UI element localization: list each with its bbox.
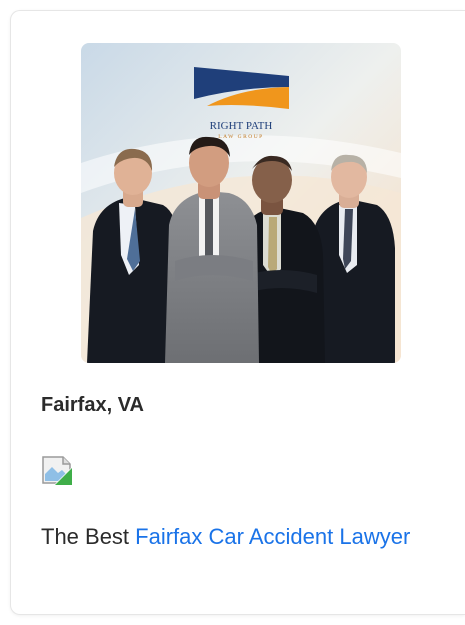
logo-name: RIGHT PATH [210, 120, 273, 132]
location-heading: Fairfax, VA [41, 394, 144, 416]
car-accident-lawyer-link[interactable]: Fairfax Car Accident Lawyer [135, 524, 410, 549]
team-photo-illustration: RIGHT PATH LAW GROUP [81, 43, 401, 363]
broken-image-icon [42, 456, 73, 486]
location-card: RIGHT PATH LAW GROUP Fairfax, VA The Bes… [10, 10, 465, 615]
team-photo: RIGHT PATH LAW GROUP [81, 43, 401, 363]
description-prefix: The Best [41, 524, 136, 549]
card-description: The Best Fairfax Car Accident Lawyer [41, 517, 441, 556]
logo-subtitle: LAW GROUP [218, 134, 264, 140]
